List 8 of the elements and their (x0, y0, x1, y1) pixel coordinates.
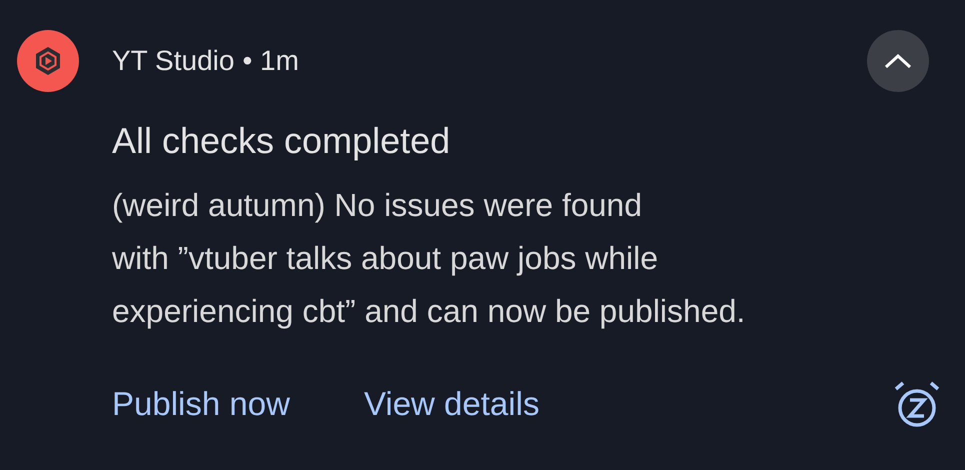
notification-title: All checks completed (112, 119, 452, 163)
notification-body: (weird autumn) No issues were found with ”vtuber talks about paw jobs while experiencing cbt” and can now be published. (112, 186, 746, 331)
action-link[interactable]: Publish now (112, 385, 290, 423)
timestamp: • 1m (242, 45, 299, 77)
app-name: YT Studio (112, 45, 234, 77)
chevron-up-icon (883, 52, 913, 70)
app-icon (17, 30, 79, 92)
action-link[interactable]: View details (364, 385, 540, 423)
